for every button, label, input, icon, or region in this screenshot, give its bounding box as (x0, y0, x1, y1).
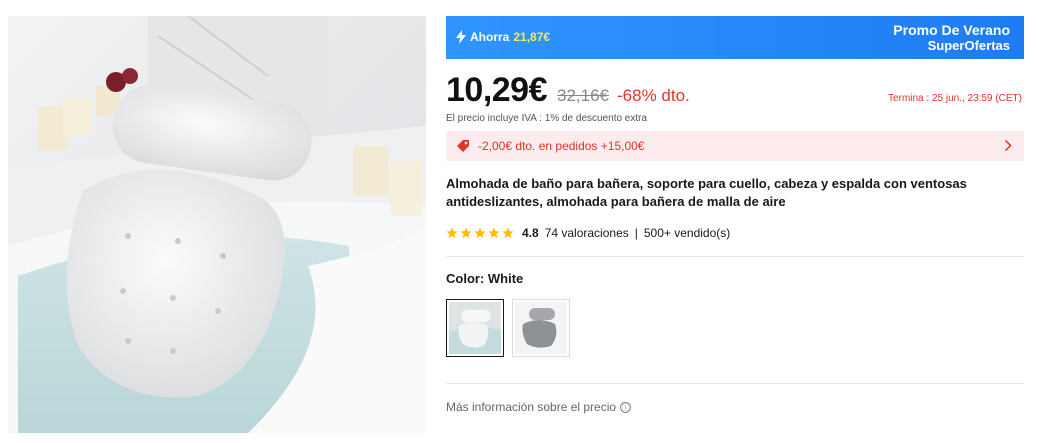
product-page: Ahorra 21,87€ Promo De Verano SuperOfert… (0, 0, 1038, 443)
star-icon (488, 227, 500, 238)
star-icon (460, 227, 472, 238)
reviews-count-link[interactable]: 74 valoraciones (545, 226, 629, 240)
product-main-image[interactable] (8, 16, 426, 433)
price-row: 10,29€ 32,16€ -68% dto. Termina : 25 jun… (446, 71, 1024, 111)
color-options (446, 299, 1024, 357)
separator: | (634, 226, 638, 240)
coupon-text: -2,00€ dto. en pedidos +15,00€ (478, 139, 645, 153)
tag-icon (457, 140, 469, 152)
price-info-text: Más información sobre el precio (446, 400, 617, 414)
divider (446, 256, 1024, 257)
rating-value: 4.8 (522, 226, 539, 240)
color-option-white[interactable] (446, 299, 504, 357)
info-icon: ⓘ (620, 401, 632, 413)
current-price: 10,29€ (446, 71, 548, 109)
product-title: Almohada de baño para bañera, soporte pa… (446, 176, 967, 209)
divider (446, 383, 1024, 384)
product-info-panel: Ahorra 21,87€ Promo De Verano SuperOfert… (446, 16, 1024, 414)
discount-percent: -68% dto. (617, 86, 690, 105)
lightning-icon (456, 30, 466, 44)
promo-end-time: Termina : 25 jun., 23:59 (CET) (888, 93, 1022, 104)
rating-stars (446, 227, 514, 239)
price-info-link[interactable]: Más información sobre el precio ⓘ (446, 400, 1024, 414)
chevron-right-icon[interactable] (1004, 139, 1012, 152)
promo-subtitle: SuperOfertas (927, 38, 1010, 53)
promo-savings: Ahorra 21,87€ (456, 30, 550, 44)
white-pillow-thumbnail (449, 302, 501, 354)
promo-save-amount: 21,87€ (513, 30, 551, 44)
tax-note: El precio incluye IVA : 1% de descuento … (446, 113, 648, 124)
color-label: Color: White (446, 271, 524, 286)
star-icon (446, 227, 458, 238)
promo-title: Promo De Verano (893, 22, 1010, 38)
promo-save-label: Ahorra (470, 30, 510, 44)
star-icon (474, 227, 486, 238)
promo-campaign: Promo De Verano SuperOfertas (893, 22, 1010, 54)
star-icon (502, 227, 514, 238)
rating-row[interactable]: 4.8 74 valoraciones | 500+ vendido(s) (446, 224, 1024, 242)
bath-pillow-photo (8, 16, 426, 433)
original-price: 32,16€ (557, 86, 609, 105)
grey-pillow-thumbnail (515, 302, 567, 354)
promo-banner[interactable]: Ahorra 21,87€ Promo De Verano SuperOfert… (446, 16, 1024, 59)
coupon-bar[interactable]: -2,00€ dto. en pedidos +15,00€ (446, 131, 1024, 161)
sold-count: 500+ vendido(s) (643, 226, 731, 240)
color-option-grey[interactable] (512, 299, 570, 357)
